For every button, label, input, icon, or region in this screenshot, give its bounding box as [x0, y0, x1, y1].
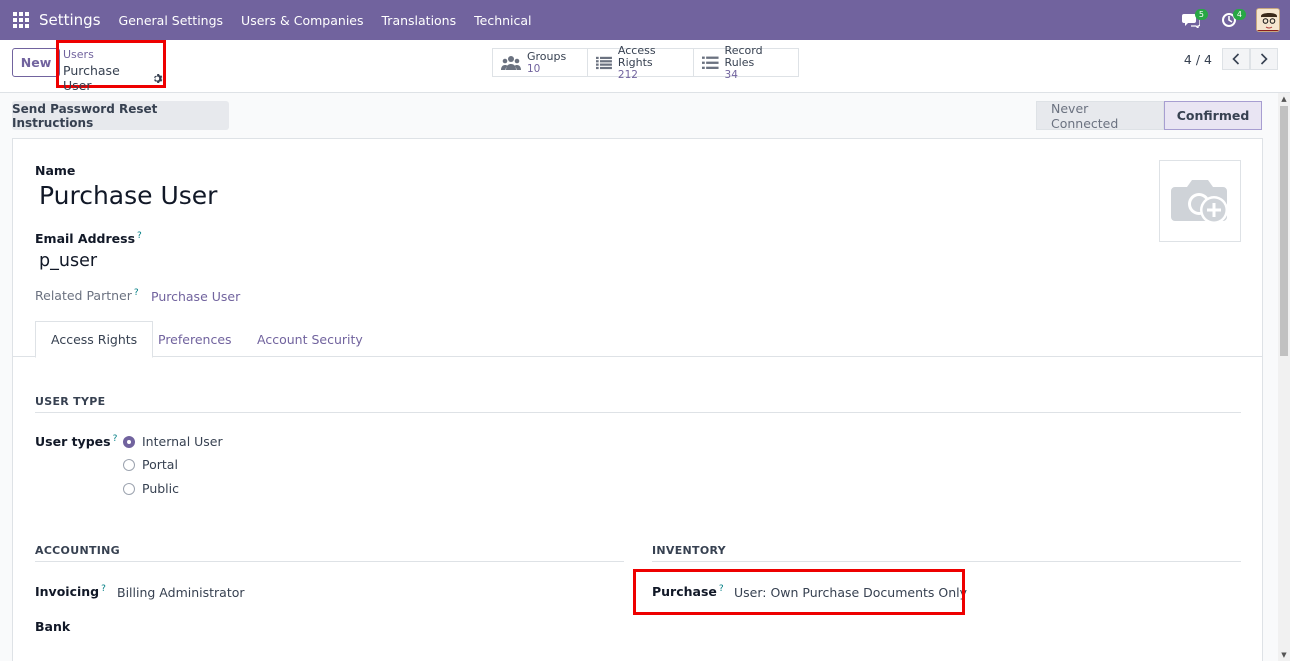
groups-label: Groups [527, 49, 567, 63]
messages-badge: 5 [1194, 9, 1208, 20]
chevron-left-icon [1232, 53, 1240, 65]
activities-icon[interactable]: 4 [1218, 9, 1246, 31]
menu-users-companies[interactable]: Users & Companies [241, 13, 363, 28]
scroll-up-arrow-icon[interactable]: ▲ [1278, 93, 1290, 105]
radio-button[interactable] [123, 458, 135, 471]
breadcrumb-current-label: Purchase User [63, 63, 120, 93]
access-rights-smart-button[interactable]: Access Rights 212 [588, 44, 694, 81]
users-icon [501, 55, 521, 70]
tab-preferences[interactable]: Preferences [143, 321, 247, 357]
groups-smart-button[interactable]: Groups 10 [493, 49, 588, 76]
name-field[interactable]: Purchase User [39, 181, 217, 210]
stage-never-connected[interactable]: Never Connected [1036, 101, 1164, 131]
scroll-thumb[interactable] [1280, 106, 1288, 356]
top-navbar: Settings General Settings Users & Compan… [0, 0, 1290, 40]
notebook-tabs: Access Rights Preferences Account Securi… [13, 321, 1262, 358]
send-password-reset-button[interactable]: Send Password Reset Instructions [12, 101, 229, 130]
menu-translations[interactable]: Translations [382, 13, 457, 28]
related-partner-label: Related Partner [35, 288, 132, 303]
tab-account-security[interactable]: Account Security [242, 321, 378, 357]
access-rights-label: Access Rights [617, 43, 656, 69]
list-icon [702, 56, 719, 69]
invoicing-label-group: Invoicing? [35, 584, 106, 599]
breadcrumb: Users Purchase User [56, 40, 166, 93]
menu-technical[interactable]: Technical [474, 13, 531, 28]
pager-value[interactable]: 4 / 4 [1184, 52, 1212, 67]
radio-button[interactable] [123, 435, 135, 448]
messages-icon[interactable]: 5 [1180, 9, 1208, 31]
invoicing-label: Invoicing [35, 584, 100, 599]
email-help-icon[interactable]: ? [137, 231, 142, 241]
gear-icon[interactable] [153, 73, 163, 84]
section-inventory: INVENTORY [652, 544, 1241, 562]
user-types-label: User types [35, 434, 111, 449]
tab-access-rights[interactable]: Access Rights [35, 321, 154, 358]
smart-buttons: Groups 10 Access Rights 212 Record Rules… [492, 44, 799, 81]
email-label: Email Address [35, 231, 136, 246]
invoicing-select[interactable]: Billing Administrator [117, 585, 245, 600]
control-panel: New Users Purchase User Groups 10 Access… [0, 40, 1290, 93]
section-accounting: ACCOUNTING [35, 544, 624, 562]
related-partner-label-group: Related Partner? [35, 288, 139, 303]
user-types-help-icon[interactable]: ? [113, 434, 118, 444]
radio-label: Public [142, 481, 179, 496]
record-rules-count: 34 [724, 68, 738, 81]
purchase-highlight-box [633, 569, 965, 615]
camera-add-icon [1171, 180, 1228, 224]
app-menu-icon[interactable] [13, 12, 29, 28]
email-field[interactable]: p_user [39, 251, 97, 271]
app-brand[interactable]: Settings [39, 11, 101, 29]
list-icon [596, 56, 612, 69]
radio-label: Portal [142, 457, 178, 472]
menu-general-settings[interactable]: General Settings [119, 13, 224, 28]
related-partner-link[interactable]: Purchase User [151, 289, 240, 304]
pager-next-button[interactable] [1250, 48, 1278, 70]
name-label: Name [35, 163, 76, 178]
chevron-right-icon [1260, 53, 1268, 65]
radio-public[interactable]: Public [123, 481, 179, 496]
pager-previous-button[interactable] [1222, 48, 1250, 70]
record-rules-smart-button[interactable]: Record Rules 34 [694, 44, 798, 81]
access-rights-count: 212 [617, 68, 638, 81]
user-types-label-group: User types? [35, 434, 117, 449]
radio-label: Internal User [142, 434, 223, 449]
scrollbar[interactable]: ▲ ▼ [1278, 93, 1290, 661]
activities-badge: 4 [1232, 9, 1246, 20]
radio-internal-user[interactable]: Internal User [123, 434, 223, 449]
user-avatar[interactable] [1256, 8, 1280, 32]
scroll-down-arrow-icon[interactable]: ▼ [1278, 649, 1290, 661]
breadcrumb-parent-link[interactable]: Users [63, 49, 163, 61]
record-rules-label: Record Rules [724, 43, 763, 69]
section-user-type: USER TYPE [35, 395, 1241, 413]
new-button[interactable]: New [12, 48, 60, 77]
statusbar: Never Connected Confirmed [1036, 101, 1262, 131]
email-label-group: Email Address? [35, 231, 142, 246]
stage-confirmed[interactable]: Confirmed [1164, 101, 1262, 130]
radio-button[interactable] [123, 482, 135, 495]
bank-label: Bank [35, 619, 71, 634]
related-partner-help-icon[interactable]: ? [134, 288, 139, 298]
breadcrumb-current: Purchase User [63, 63, 163, 93]
avatar-upload[interactable] [1159, 160, 1241, 242]
radio-portal[interactable]: Portal [123, 457, 178, 472]
pager: 4 / 4 [1184, 48, 1278, 70]
invoicing-help-icon[interactable]: ? [101, 584, 106, 594]
groups-count: 10 [527, 62, 541, 75]
